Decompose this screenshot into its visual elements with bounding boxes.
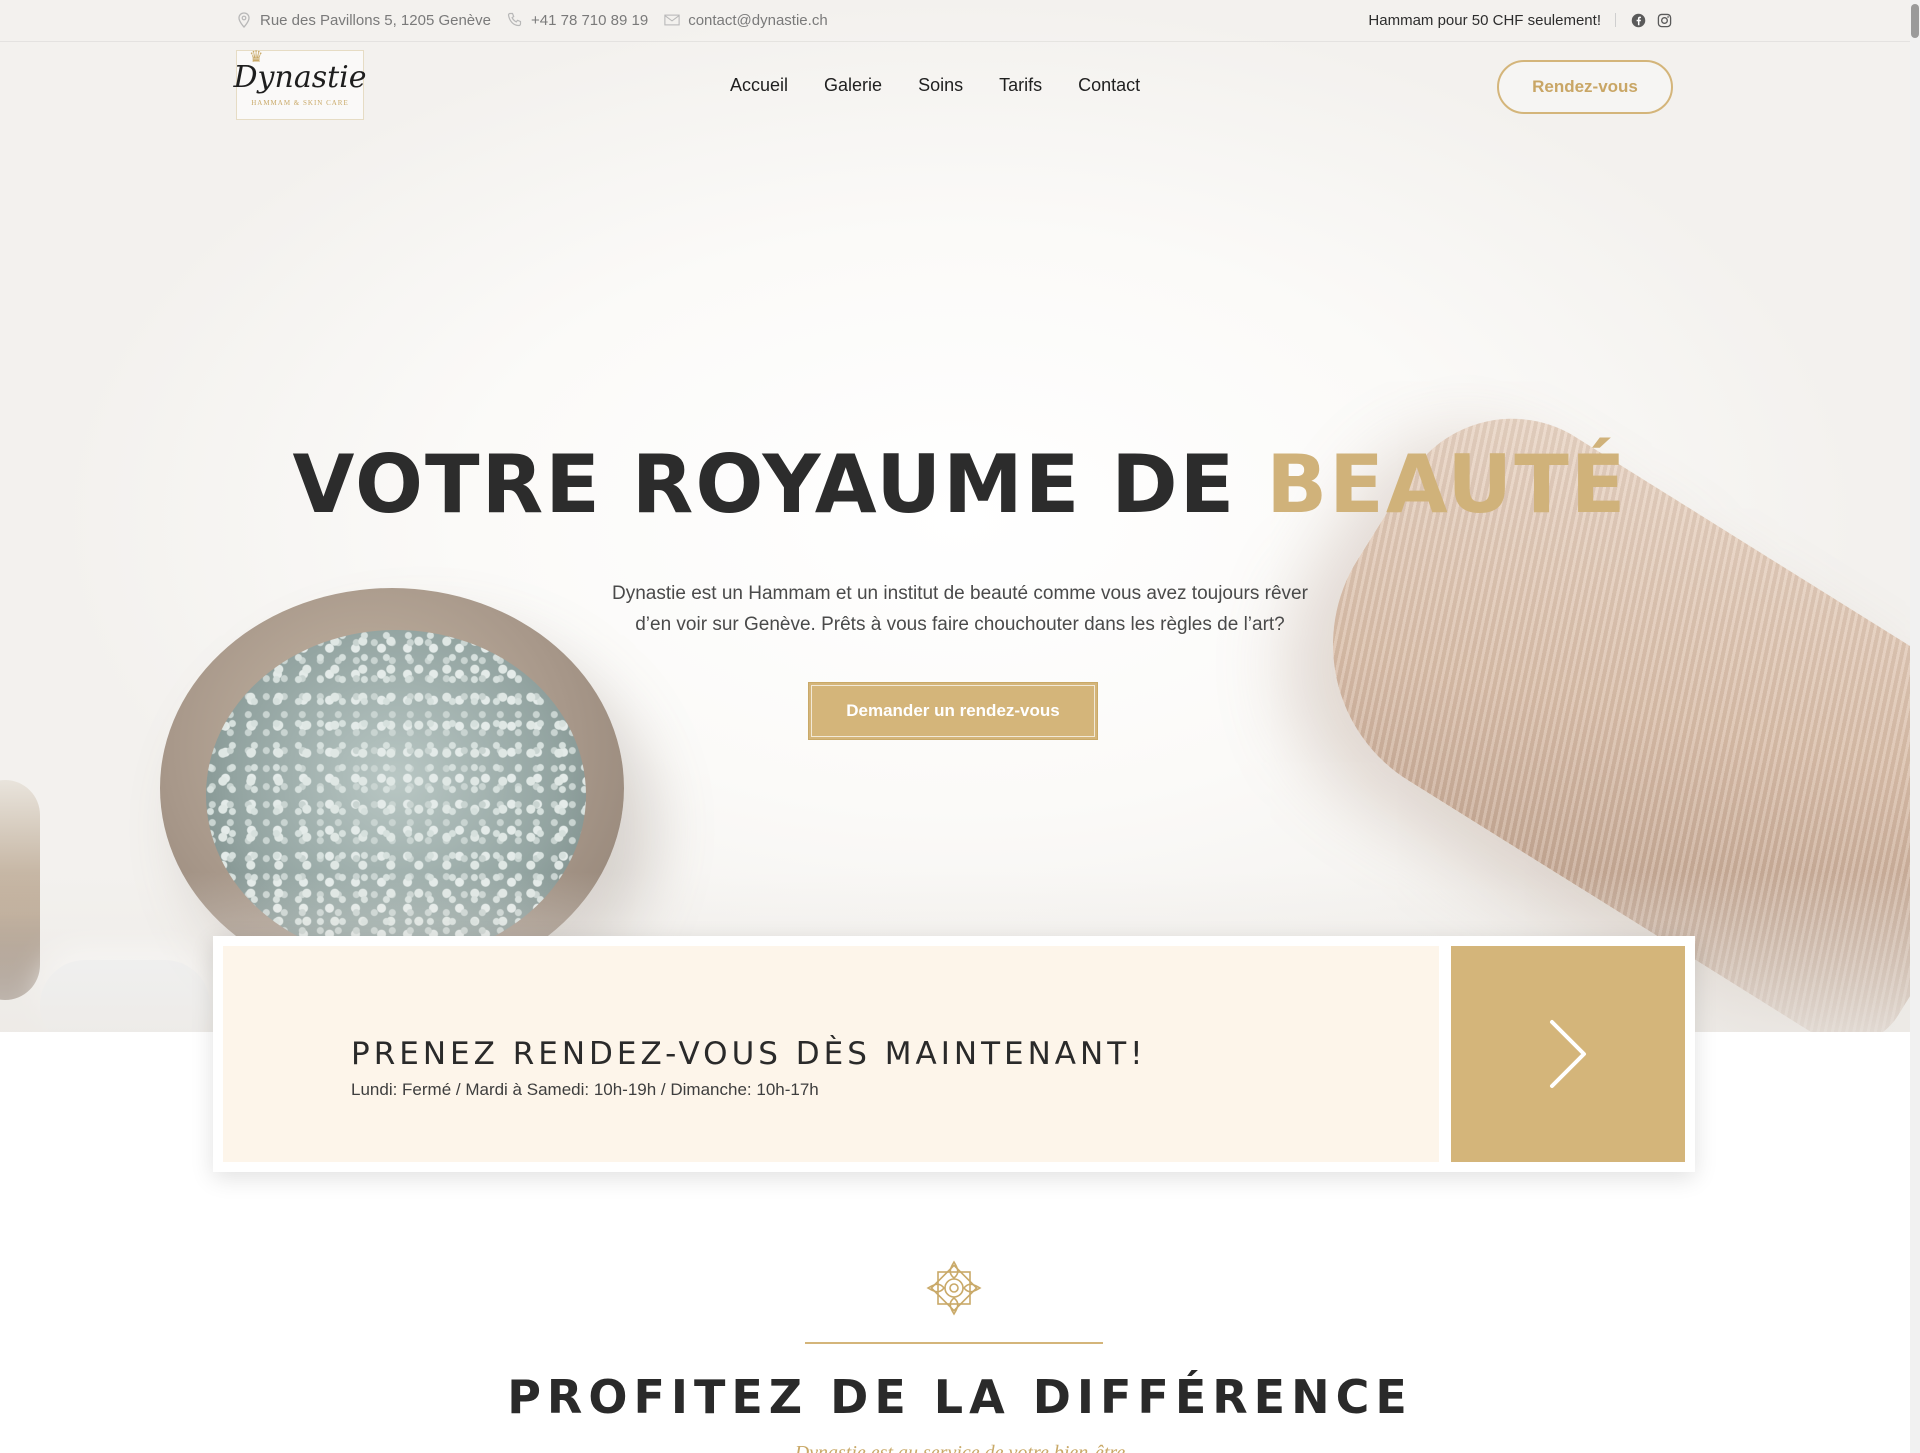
address-item[interactable]: Rue des Pavillons 5, 1205 Genève: [236, 12, 491, 29]
logo-subtitle: HAMMAM & SKIN CARE: [251, 99, 349, 107]
main-nav: Accueil Galerie Soins Tarifs Contact: [730, 60, 1140, 110]
cotton-image: [40, 960, 210, 1032]
crown-icon: ♛: [249, 47, 264, 66]
scrollbar-thumb[interactable]: [1911, 4, 1919, 38]
hero-title-main: VOTRE ROYAUME DE: [292, 438, 1267, 531]
logo-name: Dynastie: [233, 60, 367, 95]
top-info-bar: Rue des Pavillons 5, 1205 Genève +41 78 …: [0, 0, 1920, 42]
site-logo[interactable]: ♛ Dynastie HAMMAM & SKIN CARE: [233, 47, 367, 120]
section-subtitle: Dynastie est au service de votre bien-êt…: [794, 1442, 1126, 1453]
nav-galerie[interactable]: Galerie: [824, 75, 882, 96]
opening-hours: Lundi: Fermé / Mardi à Samedi: 10h-19h /…: [351, 1080, 819, 1099]
chevron-right-icon: [1550, 1020, 1586, 1088]
bath-salt-image: [206, 630, 586, 960]
divider: [1615, 13, 1616, 27]
nav-contact[interactable]: Contact: [1078, 75, 1140, 96]
location-pin-icon: [236, 12, 252, 28]
hero-title: VOTRE ROYAUME DE BEAUTÉ: [0, 438, 1920, 531]
appointment-title: PRENEZ RENDEZ-VOUS DÈS MAINTENANT!: [351, 1036, 1147, 1072]
hero-title-accent: BEAUTÉ: [1266, 438, 1628, 531]
hero-description-line-2: d’en voir sur Genève. Prêts à vous faire…: [635, 614, 1285, 635]
address-text: Rue des Pavillons 5, 1205 Genève: [260, 11, 491, 29]
phone-item[interactable]: +41 78 710 89 19: [507, 12, 648, 29]
hero-description-line-1: Dynastie est un Hammam et un institut de…: [612, 583, 1308, 604]
request-appointment-button[interactable]: Demander un rendez-vous: [808, 682, 1098, 740]
bath-salt-bowl-image: [160, 588, 624, 988]
email-text: contact@dynastie.ch: [688, 11, 828, 29]
promo-text: Hammam pour 50 CHF seulement!: [1368, 11, 1601, 29]
nav-tarifs[interactable]: Tarifs: [999, 75, 1042, 96]
cotton-flower-image: [0, 780, 40, 1000]
rendez-vous-button[interactable]: Rendez-vous: [1497, 60, 1673, 114]
appointment-info-panel: PRENEZ RENDEZ-VOUS DÈS MAINTENANT! Lundi…: [223, 946, 1439, 1162]
instagram-icon[interactable]: [1656, 12, 1672, 28]
phone-icon: [507, 12, 523, 28]
appointment-arrow-button[interactable]: [1451, 946, 1685, 1162]
section-divider: [805, 1342, 1103, 1344]
topbar-right: Hammam pour 50 CHF seulement!: [1368, 0, 1672, 40]
nav-accueil[interactable]: Accueil: [730, 75, 788, 96]
phone-text: +41 78 710 89 19: [530, 11, 649, 29]
nav-soins[interactable]: Soins: [918, 75, 963, 96]
scrollbar[interactable]: [1910, 0, 1920, 1453]
contact-info: Rue des Pavillons 5, 1205 Genève +41 78 …: [236, 0, 828, 40]
section-title: PROFITEZ DE LA DIFFÉRENCE: [507, 1370, 1413, 1424]
mandala-ornament-icon: [926, 1260, 982, 1316]
appointment-banner: PRENEZ RENDEZ-VOUS DÈS MAINTENANT! Lundi…: [213, 936, 1695, 1172]
mail-icon: [664, 12, 680, 28]
facebook-icon[interactable]: [1630, 12, 1646, 28]
hero-description: Dynastie est un Hammam et un institut de…: [560, 578, 1360, 640]
email-item[interactable]: contact@dynastie.ch: [664, 11, 828, 29]
